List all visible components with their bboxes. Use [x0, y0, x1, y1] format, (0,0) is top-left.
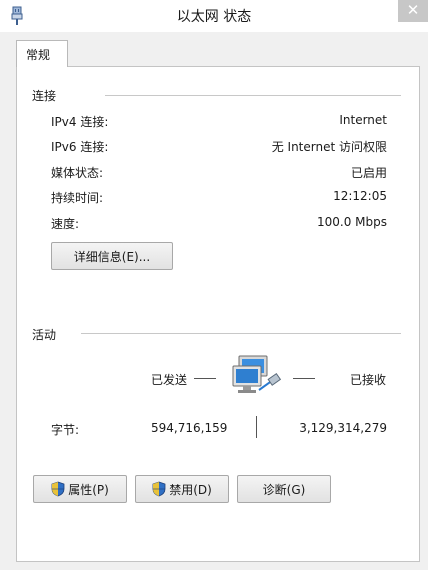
- general-panel: 连接 IPv4 连接: Internet IPv6 连接: 无 Internet…: [16, 66, 420, 562]
- sent-label: 已发送: [151, 373, 188, 387]
- connection-divider: [105, 95, 401, 96]
- activity-heading: 活动: [32, 328, 57, 342]
- media-state-label: 媒体状态:: [51, 166, 104, 180]
- close-button[interactable]: ✕: [398, 0, 428, 22]
- speed-label: 速度:: [51, 217, 80, 231]
- activity-divider: [81, 333, 401, 334]
- details-button[interactable]: 详细信息(E)...: [51, 242, 173, 270]
- ipv6-label: IPv6 连接:: [51, 140, 109, 154]
- sent-line: [194, 378, 216, 379]
- uac-shield-icon: [152, 481, 166, 497]
- window-title: 以太网 状态: [176, 9, 252, 25]
- ipv6-value: 无 Internet 访问权限: [271, 140, 387, 154]
- bytes-sent-value: 594,716,159: [151, 421, 228, 435]
- title-bar[interactable]: 以太网 状态 ✕: [0, 0, 428, 32]
- speed-value: 100.0 Mbps: [316, 215, 387, 229]
- disable-label: 禁用(D): [169, 482, 212, 497]
- received-line: [293, 378, 315, 379]
- network-computers-icon: [232, 355, 282, 393]
- dialog-body: 常规 连接 IPv4 连接: Internet IPv6 连接: 无 Inter…: [0, 32, 428, 570]
- bytes-separator: [256, 416, 257, 438]
- duration-label: 持续时间:: [51, 191, 104, 205]
- received-label: 已接收: [350, 373, 387, 387]
- tab-general[interactable]: 常规: [16, 40, 68, 67]
- disable-button[interactable]: 禁用(D): [135, 475, 229, 503]
- ipv4-label: IPv4 连接:: [51, 115, 109, 129]
- uac-shield-icon: [51, 481, 65, 497]
- properties-button[interactable]: 属性(P): [33, 475, 127, 503]
- connection-heading: 连接: [32, 89, 57, 103]
- media-state-value: 已启用: [350, 166, 387, 180]
- bytes-label: 字节:: [51, 423, 80, 437]
- bytes-received-value: 3,129,314,279: [299, 421, 387, 435]
- ipv4-value: Internet: [339, 113, 387, 127]
- duration-value: 12:12:05: [333, 189, 387, 203]
- diagnose-button[interactable]: 诊断(G): [237, 475, 331, 503]
- properties-label: 属性(P): [68, 482, 109, 497]
